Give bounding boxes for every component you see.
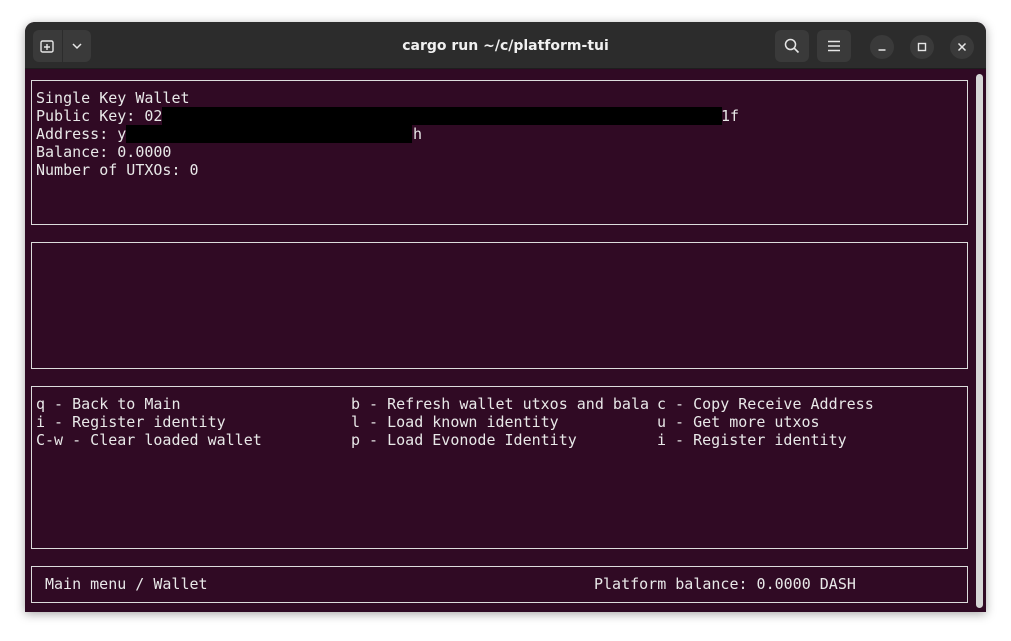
key-refresh-wallet[interactable]: b - Refresh wallet utxos and bala: [351, 395, 649, 413]
menu-button[interactable]: [817, 30, 851, 62]
chevron-down-icon[interactable]: [63, 30, 92, 62]
search-icon: [784, 38, 800, 54]
utxo-count-line: Number of UTXOs: 0: [36, 161, 199, 179]
maximize-button[interactable]: [910, 35, 934, 59]
new-tab-icon[interactable]: [33, 30, 62, 62]
breadcrumb: Main menu / Wallet: [45, 575, 208, 593]
minimize-icon: [878, 49, 886, 51]
close-button[interactable]: [950, 35, 974, 59]
scrollbar[interactable]: [976, 74, 983, 608]
output-panel: [31, 242, 968, 369]
minimize-button[interactable]: [870, 35, 894, 59]
key-load-evonode-identity[interactable]: p - Load Evonode Identity: [351, 431, 577, 449]
terminal-window: cargo run ~/c/platform-tui Single Key Wa…: [25, 22, 986, 612]
new-tab-button-group[interactable]: [33, 30, 91, 62]
platform-balance: Platform balance: 0.0000 DASH: [594, 575, 856, 593]
maximize-icon: [917, 42, 927, 52]
key-register-identity[interactable]: i - Register identity: [36, 413, 226, 431]
close-icon: [957, 42, 967, 52]
public-key-label: Public Key: 02: [36, 107, 163, 125]
address-tail: h: [413, 125, 423, 143]
terminal-content[interactable]: Single Key Wallet Public Key: 02 1f Addr…: [25, 69, 986, 612]
address-redaction: [126, 125, 412, 143]
key-register-identity-2[interactable]: i - Register identity: [657, 431, 847, 449]
address-label: Address: y: [36, 125, 127, 143]
balance-line: Balance: 0.0000: [36, 143, 172, 161]
search-button[interactable]: [775, 30, 809, 62]
key-load-known-identity[interactable]: l - Load known identity: [351, 413, 559, 431]
public-key-tail: 1f: [721, 107, 740, 125]
key-get-more-utxos[interactable]: u - Get more utxos: [657, 413, 820, 431]
key-copy-receive-address[interactable]: c - Copy Receive Address: [657, 395, 874, 413]
hamburger-menu-icon: [828, 40, 840, 52]
key-back-to-main[interactable]: q - Back to Main: [36, 395, 181, 413]
titlebar: cargo run ~/c/platform-tui: [25, 22, 986, 69]
public-key-redaction: [162, 107, 722, 125]
key-clear-loaded-wallet[interactable]: C-w - Clear loaded wallet: [36, 431, 262, 449]
wallet-heading: Single Key Wallet: [36, 89, 190, 107]
